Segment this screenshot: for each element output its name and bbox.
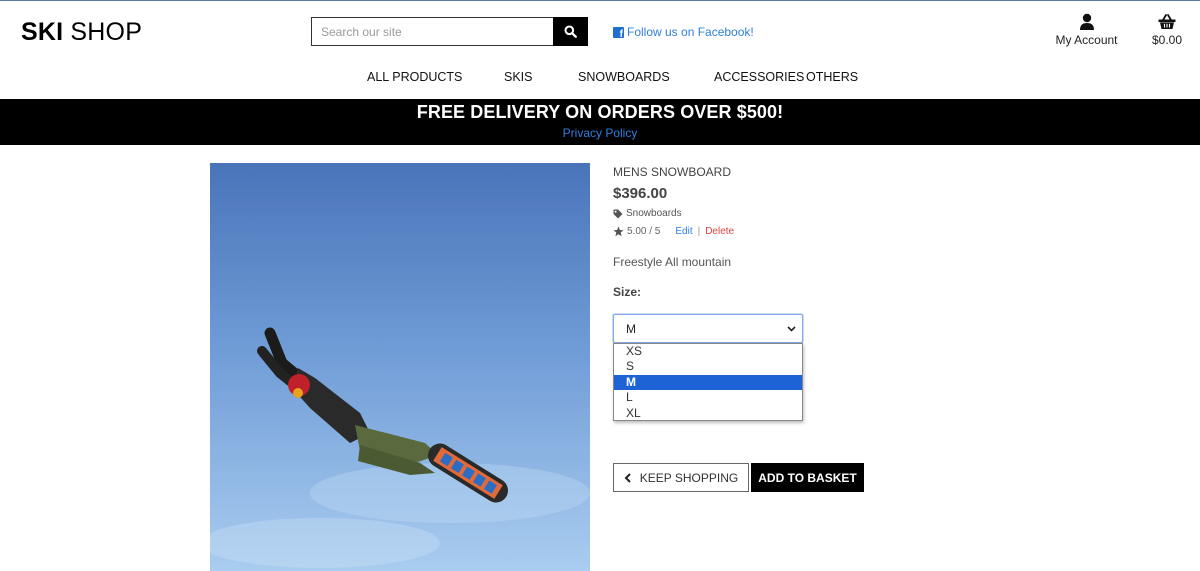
add-to-basket-label: ADD TO BASKET bbox=[758, 470, 857, 485]
keep-shopping-button[interactable]: KEEP SHOPPING bbox=[613, 463, 749, 492]
size-options-list: XS S M L XL bbox=[613, 343, 803, 421]
size-option-s[interactable]: S bbox=[614, 359, 802, 374]
facebook-link-label: Follow us on Facebook! bbox=[627, 25, 754, 39]
search-button[interactable] bbox=[553, 17, 588, 46]
search-input[interactable] bbox=[311, 17, 553, 46]
add-to-basket-button[interactable]: ADD TO BASKET bbox=[751, 463, 864, 492]
shopping-basket-icon bbox=[1158, 14, 1176, 29]
my-account-label: My Account bbox=[1055, 33, 1118, 47]
size-option-xl[interactable]: XL bbox=[614, 406, 802, 421]
size-option-xs[interactable]: XS bbox=[614, 344, 802, 359]
site-logo[interactable]: SKI SHOP bbox=[21, 18, 142, 47]
product-category-label: Snowboards bbox=[626, 208, 682, 219]
product-description: Freestyle All mountain bbox=[613, 255, 732, 269]
delete-product-link[interactable]: Delete bbox=[705, 226, 734, 237]
rating-value: 5.00 / 5 bbox=[627, 226, 661, 237]
star-icon bbox=[613, 226, 624, 237]
basket-link[interactable]: $0.00 bbox=[1147, 12, 1187, 47]
nav-skis[interactable]: SKIS bbox=[504, 70, 533, 84]
snowboarder-photo bbox=[210, 163, 590, 571]
free-delivery-message: FREE DELIVERY ON ORDERS OVER $500! bbox=[416, 102, 784, 122]
search-form bbox=[311, 17, 588, 46]
product-price: $396.00 bbox=[613, 185, 668, 202]
product-name: Mens Snowboard bbox=[613, 165, 732, 179]
facebook-link[interactable]: Follow us on Facebook! bbox=[613, 25, 754, 40]
logo-bold-text: SKI bbox=[21, 18, 64, 46]
facebook-icon bbox=[613, 26, 624, 40]
chevron-down-icon bbox=[787, 326, 796, 332]
size-select[interactable]: M bbox=[613, 314, 803, 343]
chevron-left-icon bbox=[624, 472, 631, 483]
size-option-l[interactable]: L bbox=[614, 390, 802, 405]
my-account-link[interactable]: My Account bbox=[1049, 12, 1124, 47]
user-icon bbox=[1079, 13, 1094, 30]
product-category[interactable]: Snowboards bbox=[613, 208, 682, 219]
nav-snowboards[interactable]: SNOWBOARDS bbox=[578, 70, 670, 84]
logo-text: SHOP bbox=[63, 18, 143, 46]
main-nav: ALL PRODUCTS SKIS SNOWBOARDS ACCESSORIES… bbox=[0, 70, 1200, 86]
tag-icon bbox=[613, 209, 623, 218]
product-rating: 5.00 / 5 Edit | Delete bbox=[613, 226, 734, 237]
size-select-value: M bbox=[626, 322, 636, 336]
edit-delete-separator: | bbox=[697, 226, 701, 237]
edit-product-link[interactable]: Edit bbox=[675, 226, 692, 237]
search-icon bbox=[564, 25, 577, 38]
size-option-m[interactable]: M bbox=[614, 374, 802, 391]
nav-others[interactable]: OTHERS bbox=[806, 70, 858, 84]
privacy-policy-link[interactable]: Privacy Policy bbox=[563, 126, 638, 140]
nav-accessories[interactable]: ACCESSORIES bbox=[714, 70, 804, 84]
keep-shopping-label: KEEP SHOPPING bbox=[639, 470, 739, 485]
delivery-banner: FREE DELIVERY ON ORDERS OVER $500! Priva… bbox=[0, 99, 1200, 145]
size-label: Size: bbox=[613, 285, 642, 299]
basket-total: $0.00 bbox=[1151, 33, 1183, 47]
top-border bbox=[0, 0, 1200, 1]
product-image bbox=[210, 163, 590, 571]
nav-all-products[interactable]: ALL PRODUCTS bbox=[367, 70, 462, 84]
